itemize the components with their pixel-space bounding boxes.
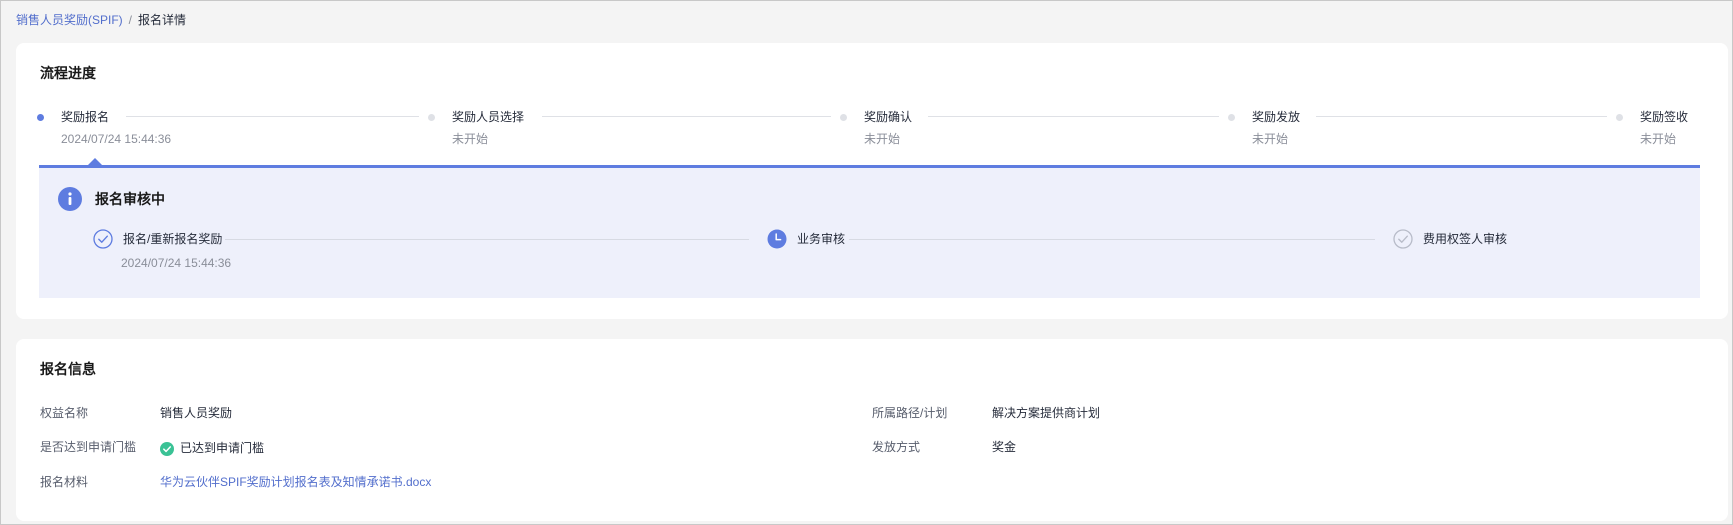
success-check-icon — [160, 441, 174, 456]
field-label-threshold: 是否达到申请门槛 — [40, 440, 137, 454]
review-step-name: 业务审核 — [797, 232, 846, 246]
step-dot — [1228, 114, 1235, 121]
step-name: 奖励确认 — [864, 110, 913, 124]
field-label-plan: 所属路径/计划 — [872, 406, 948, 420]
material-file-link[interactable]: 华为云伙伴SPIF奖励计划报名表及知情承诺书.docx — [160, 472, 431, 492]
breadcrumb-link-spif[interactable]: 销售人员奖励(SPIF) — [16, 13, 123, 27]
step-dot — [840, 114, 847, 121]
breadcrumb: 销售人员奖励(SPIF) / 报名详情 — [16, 11, 186, 29]
clock-icon — [767, 229, 787, 249]
step-name: 奖励签收 — [1640, 110, 1689, 124]
active-step-pointer — [88, 158, 102, 165]
progress-title: 流程进度 — [40, 65, 96, 81]
review-status-panel: 报名审核中 报名/重新报名奖励 2024/07/24 15:44:36 业务审核… — [39, 165, 1700, 298]
step-connector — [928, 116, 1219, 117]
breadcrumb-current: 报名详情 — [138, 13, 187, 27]
signup-info-card: 报名信息 权益名称 销售人员奖励 是否达到申请门槛 已达到申请门槛 报名材料 华… — [16, 339, 1728, 521]
check-circle-icon — [1393, 229, 1413, 249]
step-status: 未开始 — [1252, 132, 1289, 146]
info-icon — [58, 187, 82, 211]
step-connector — [126, 116, 419, 117]
threshold-status-text: 已达到申请门槛 — [180, 441, 265, 455]
review-step-name: 费用权签人审核 — [1423, 232, 1508, 246]
step-name: 奖励发放 — [1252, 110, 1301, 124]
field-value-plan: 解决方案提供商计划 — [992, 406, 1101, 420]
step-dot — [428, 114, 435, 121]
step-name: 奖励报名 — [61, 110, 110, 124]
field-value-payout-method: 奖金 — [992, 440, 1017, 454]
step-status: 未开始 — [452, 132, 489, 146]
review-connector — [849, 239, 1375, 240]
review-step-time: 2024/07/24 15:44:36 — [121, 256, 232, 270]
step-name: 奖励人员选择 — [452, 110, 525, 124]
review-connector — [225, 239, 749, 240]
step-status: 未开始 — [1640, 132, 1677, 146]
review-step-name: 报名/重新报名奖励 — [123, 232, 223, 246]
field-value-threshold: 已达到申请门槛 — [160, 438, 264, 458]
info-title: 报名信息 — [40, 361, 96, 377]
breadcrumb-separator: / — [128, 13, 133, 27]
progress-card: 流程进度 奖励报名 2024/07/24 15:44:36 奖励人员选择 未开始… — [16, 43, 1728, 319]
step-time: 2024/07/24 15:44:36 — [61, 132, 172, 146]
field-label-benefit: 权益名称 — [40, 406, 89, 420]
field-label-payout-method: 发放方式 — [872, 440, 921, 454]
panel-title: 报名审核中 — [95, 191, 165, 207]
field-label-material: 报名材料 — [40, 475, 89, 489]
step-dot — [37, 114, 44, 121]
field-value-benefit: 销售人员奖励 — [160, 406, 233, 420]
step-dot — [1616, 114, 1623, 121]
step-connector — [542, 116, 831, 117]
step-connector — [1316, 116, 1607, 117]
check-circle-icon — [93, 229, 113, 249]
step-status: 未开始 — [864, 132, 901, 146]
